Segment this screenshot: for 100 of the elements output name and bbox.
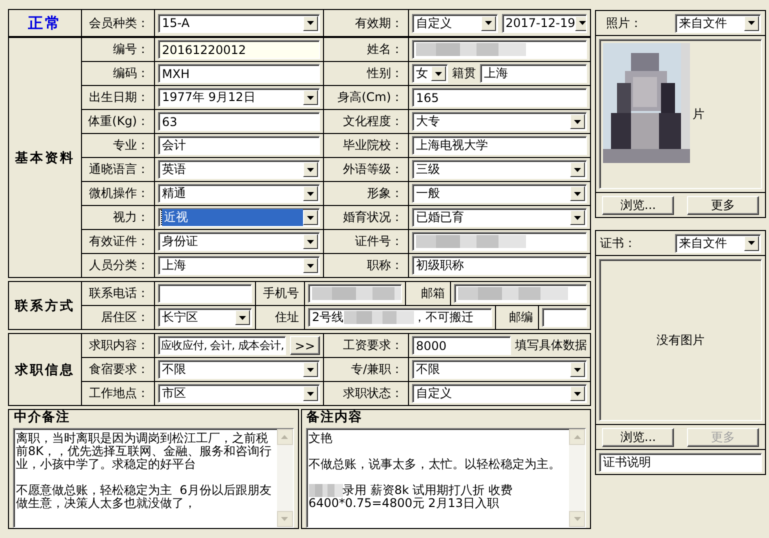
field-label: 证件号： <box>324 230 408 253</box>
field-label: 工作地点： <box>82 382 154 405</box>
field-label: 通晓语言： <box>82 158 154 181</box>
field-label: 编码： <box>82 62 154 85</box>
dropdown[interactable]: 1977年 9月12日 <box>158 88 320 107</box>
field-label: 求职状态： <box>324 382 408 405</box>
blurred-text <box>344 311 414 324</box>
field-label: 编号： <box>82 38 154 61</box>
input-field[interactable]: 63 <box>158 112 320 131</box>
dropdown[interactable]: 已婚已育 <box>412 208 587 227</box>
input-field[interactable]: MXH <box>158 64 320 83</box>
input-field[interactable] <box>454 284 587 303</box>
note-text: 离职，当时离职是因为调岗到松江工厂，之前税前8K，，优先选择互联网、金融、服务和咨询行业，小孩中学了。求稳定的好平台 <box>16 431 272 471</box>
dropdown[interactable]: 不限 <box>158 360 320 379</box>
section-title: 求职信息 <box>9 334 81 405</box>
blurred-text <box>308 484 342 498</box>
field-label: 籍贯 <box>452 65 476 82</box>
field-label: 照片： <box>605 14 643 32</box>
input-field[interactable]: 8000 <box>412 336 511 355</box>
field-label: 出生日期： <box>82 86 154 109</box>
dropdown[interactable]: 一般 <box>412 184 587 203</box>
field-label: 姓名： <box>324 38 408 61</box>
field-label: 工资要求： <box>324 334 408 357</box>
dropdown[interactable]: 市区 <box>158 384 320 403</box>
field-label: 人员分类： <box>82 254 154 277</box>
dropdown[interactable]: 身份证 <box>158 232 320 251</box>
input-field[interactable]: 20161220012 <box>158 40 320 59</box>
input-field[interactable]: 2号线 ，不可搬迁 <box>308 308 492 327</box>
address-text: ，不可搬迁 <box>414 309 474 326</box>
group-title: 备注内容 <box>305 410 364 426</box>
dropdown[interactable]: 2017-12-19 <box>502 14 587 32</box>
dropdown[interactable]: 大专 <box>412 112 587 131</box>
field-label: 居住区： <box>82 306 154 329</box>
field-label: 微机操作： <box>82 182 154 205</box>
field-label: 住址 <box>256 306 304 329</box>
address-text: 2号线 <box>312 309 344 326</box>
field-label: 职称： <box>324 254 408 277</box>
field-label: 外语等级： <box>324 158 408 181</box>
field-label: 证书： <box>600 234 637 252</box>
selected-text: 近视 <box>162 209 303 226</box>
note-text: 不做总账，说事太多，太忙。以轻松稳定为主。 <box>308 457 560 471</box>
more-button[interactable]: 更多 <box>686 196 759 214</box>
field-label: 婚育状况： <box>324 206 408 229</box>
group-title: 中介备注 <box>13 410 71 426</box>
dropdown[interactable]: 英语 <box>158 160 320 179</box>
section-title: 基本资料 <box>9 38 81 277</box>
note-text: 6400*0.75=4800元 2月13日入职 <box>308 496 500 510</box>
dropdown[interactable]: 不限 <box>412 360 587 379</box>
dropdown[interactable]: 女 <box>412 64 448 83</box>
dropdown[interactable]: 上海 <box>158 256 320 275</box>
dropdown[interactable]: 精通 <box>158 184 320 203</box>
input-field[interactable] <box>412 232 587 251</box>
note-text: 录用 薪资8k 试用期打八折 收费 <box>342 483 513 497</box>
input-field[interactable]: 应收应付, 会计, 成本会计, <box>158 336 286 355</box>
field-label: 有效证件： <box>82 230 154 253</box>
input-field[interactable]: 会计 <box>158 136 320 155</box>
dropdown[interactable]: 来自文件 <box>675 234 761 252</box>
hint-text: 填写具体数据 <box>515 337 587 354</box>
field-label: 专业： <box>82 134 154 157</box>
input-field[interactable] <box>308 284 402 303</box>
dropdown[interactable]: 自定义 <box>412 14 498 32</box>
section-title: 联系方式 <box>9 282 81 329</box>
field-label: 邮编 <box>496 306 538 329</box>
more-button[interactable]: >> <box>290 336 320 355</box>
field-label: 有效期： <box>324 10 408 36</box>
status-label: 正常 <box>9 10 81 36</box>
dropdown[interactable]: 自定义 <box>412 384 587 403</box>
placeholder-text: 片 <box>692 106 704 122</box>
field-label: 会员种类： <box>82 10 154 36</box>
field-label: 形象： <box>324 182 408 205</box>
input-field[interactable]: 165 <box>412 88 587 107</box>
input-field[interactable] <box>542 308 587 327</box>
field-label: 文化程度： <box>324 110 408 133</box>
field-label: 专/兼职： <box>324 358 408 381</box>
input-field[interactable]: 上海电视大学 <box>412 136 587 155</box>
dropdown[interactable]: 三级 <box>412 160 587 179</box>
note-text: 文艳 <box>308 431 332 445</box>
input-field[interactable]: 证书说明 <box>599 452 762 472</box>
dropdown[interactable]: 近视 <box>158 208 320 227</box>
dropdown[interactable]: 来自文件 <box>675 14 761 32</box>
field-label: 手机号 <box>256 282 304 305</box>
note-text: 不愿意做总账，轻松稳定为主 6月份以后跟朋友做生意，决策人太多也就没做了， <box>16 483 272 510</box>
field-label: 毕业院校： <box>324 134 408 157</box>
field-label: 性别： <box>324 62 408 85</box>
field-label: 视力： <box>82 206 154 229</box>
browse-button[interactable]: 浏览... <box>602 428 674 446</box>
field-label: 身高(Cm)： <box>324 86 408 109</box>
dropdown[interactable]: 长宁区 <box>158 308 252 327</box>
field-label: 邮箱 <box>406 282 450 305</box>
dropdown[interactable]: 15-A <box>158 14 320 32</box>
field-label: 食宿要求： <box>82 358 154 381</box>
input-field[interactable] <box>412 40 587 59</box>
input-field[interactable]: 初级职称 <box>412 256 587 275</box>
browse-button[interactable]: 浏览... <box>602 196 674 214</box>
input-field[interactable] <box>158 284 252 303</box>
placeholder-text: 没有图片 <box>656 332 704 348</box>
field-label: 求职内容： <box>82 334 154 357</box>
field-label: 体重(Kg)： <box>82 110 154 133</box>
field-label: 联系电话： <box>82 282 154 305</box>
input-field[interactable]: 上海 <box>480 64 587 83</box>
